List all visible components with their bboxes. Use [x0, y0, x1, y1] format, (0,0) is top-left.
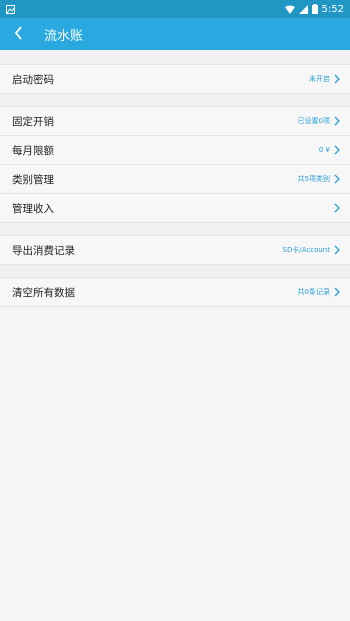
settings-group-export: 导出消费记录 SD卡/Account — [0, 236, 350, 265]
row-label: 类别管理 — [12, 173, 54, 186]
chevron-right-icon — [334, 174, 340, 184]
chevron-right-icon — [334, 74, 340, 84]
section-divider — [0, 94, 350, 107]
row-clear-all-data[interactable]: 清空所有数据 共0条记录 — [0, 278, 350, 307]
row-category-management[interactable]: 类别管理 共5项类别 — [0, 165, 350, 194]
chevron-right-icon — [334, 287, 340, 297]
wifi-icon — [284, 5, 295, 14]
settings-group-security: 启动密码 未开启 — [0, 65, 350, 94]
row-value: 已设置0项 — [297, 117, 330, 125]
row-startup-password[interactable]: 启动密码 未开启 — [0, 65, 350, 94]
row-label: 导出消费记录 — [12, 244, 75, 257]
back-arrow-icon — [14, 25, 23, 44]
image-notification-icon — [6, 4, 15, 14]
page-title: 流水账 — [44, 28, 84, 44]
status-bar: 5:52 — [0, 0, 350, 18]
row-label: 清空所有数据 — [12, 286, 75, 299]
row-value: SD卡/Account — [282, 246, 330, 254]
chevron-right-icon — [334, 145, 340, 155]
row-value: 共0条记录 — [297, 288, 330, 296]
app-bar: 流水账 — [0, 18, 350, 50]
settings-list: 启动密码 未开启 固定开销 已设置0项 每月限额 0 ¥ 类别管理 共5项类别 … — [0, 50, 350, 307]
settings-group-clear: 清空所有数据 共0条记录 — [0, 278, 350, 307]
row-income-management[interactable]: 管理收入 — [0, 194, 350, 223]
row-value: 0 ¥ — [318, 146, 330, 154]
row-label: 固定开销 — [12, 115, 54, 128]
row-label: 每月限额 — [12, 144, 54, 157]
row-label: 管理收入 — [12, 202, 54, 215]
row-label: 启动密码 — [12, 73, 54, 86]
chevron-right-icon — [334, 245, 340, 255]
back-button[interactable] — [0, 18, 36, 50]
chevron-right-icon — [334, 203, 340, 213]
settings-group-budget: 固定开销 已设置0项 每月限额 0 ¥ 类别管理 共5项类别 管理收入 — [0, 107, 350, 223]
row-value: 共5项类别 — [297, 175, 330, 183]
status-time: 5:52 — [321, 3, 344, 15]
section-divider — [0, 265, 350, 278]
section-divider — [0, 50, 350, 65]
row-fixed-expenses[interactable]: 固定开销 已设置0项 — [0, 107, 350, 136]
row-export-records[interactable]: 导出消费记录 SD卡/Account — [0, 236, 350, 265]
signal-icon — [298, 4, 308, 14]
row-value: 未开启 — [309, 75, 330, 83]
row-monthly-limit[interactable]: 每月限额 0 ¥ — [0, 136, 350, 165]
chevron-right-icon — [334, 116, 340, 126]
section-divider — [0, 223, 350, 236]
battery-icon — [311, 4, 318, 14]
